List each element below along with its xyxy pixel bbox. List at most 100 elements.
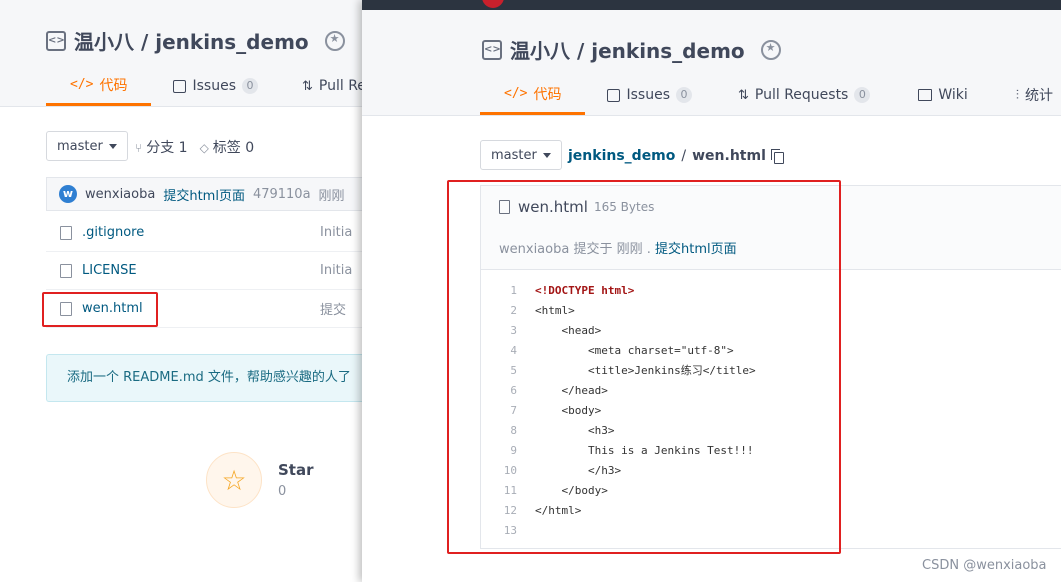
branch-tag-summary: ⑂ 分支 1 ◇ 标签 0: [135, 137, 254, 157]
back-window: <> 温小八 / jenkins_demo </> 代码 Issues 0 ⇅ …: [0, 0, 362, 582]
line-number: 5: [510, 363, 517, 377]
top-navbar: [362, 0, 1061, 10]
stats-icon: ⫶: [1015, 87, 1020, 103]
tab-code[interactable]: </> 代码: [480, 75, 586, 115]
file-commit-message[interactable]: Initia: [320, 225, 352, 240]
repo-tabs: </> 代码 Issues 0 ⇅ Pull Requests 0 Wiki ⫶…: [480, 75, 1061, 115]
file-commit-message[interactable]: 提交: [320, 299, 346, 318]
front-window: <> 温小八 / jenkins_demo </> 代码 Issues 0 ⇅ …: [362, 0, 1061, 582]
logo[interactable]: [482, 0, 504, 8]
file-commit-time: 提交于 刚刚 .: [573, 242, 651, 257]
line-number: 1: [510, 283, 517, 297]
issues-count-badge: 0: [675, 87, 692, 103]
repo-title[interactable]: <> 温小八 / jenkins_demo: [482, 35, 781, 64]
pull-request-icon: ⇅: [737, 87, 749, 103]
file-list-item[interactable]: LICENSE Initia: [46, 252, 362, 290]
tag-count[interactable]: ◇ 标签 0: [200, 137, 255, 157]
tab-pull-requests[interactable]: ⇅ Pull Requests 0: [714, 75, 894, 115]
code-block[interactable]: 1 <!DOCTYPE html> 2 <html> 3 <head> 4 <met…: [481, 280, 1061, 540]
code-text: </head>: [535, 383, 608, 397]
commit-author[interactable]: wenxiaoba: [85, 187, 155, 202]
code-line: 4 <meta charset="utf-8">: [481, 340, 1061, 360]
code-text: </h3>: [535, 463, 622, 477]
file-name[interactable]: wen.html: [82, 301, 320, 316]
repo-title-text[interactable]: 温小八 / jenkins_demo: [74, 26, 309, 55]
tab-pull-requests[interactable]: ⇅ Pull Reques: [280, 66, 362, 106]
code-text: This is a Jenkins Test!!!: [535, 443, 754, 457]
commit-message[interactable]: 提交html页面: [163, 185, 245, 204]
line-number: 13: [503, 523, 517, 537]
tab-wiki[interactable]: Wiki: [894, 75, 991, 115]
tab-issues[interactable]: Issues 0: [585, 75, 714, 115]
tab-code[interactable]: </> 代码: [46, 66, 152, 106]
line-number: 10: [503, 463, 517, 477]
file-commit-author[interactable]: wenxiaoba: [499, 242, 569, 257]
file-commit-message[interactable]: Initia: [320, 263, 352, 278]
pull-request-icon: ⇅: [301, 78, 313, 94]
tab-stats-label: 统计: [1025, 88, 1054, 104]
tab-issues-label: Issues: [192, 78, 236, 94]
star-count: 0: [278, 484, 287, 499]
branch-select[interactable]: master: [46, 131, 128, 161]
award-icon[interactable]: [760, 39, 781, 60]
line-number: 11: [503, 483, 517, 497]
readme-tip[interactable]: 添加一个 README.md 文件，帮助感兴趣的人了: [46, 354, 362, 402]
line-number: 12: [503, 503, 517, 517]
commit-sha[interactable]: 479110a: [253, 187, 311, 202]
commit-time: 刚刚: [318, 188, 345, 204]
repo-tabs: </> 代码 Issues 0 ⇅ Pull Reques: [46, 66, 362, 106]
code-text: <meta charset="utf-8">: [535, 343, 734, 357]
branch-select-label: master: [57, 138, 103, 154]
code-text: <title>Jenkins练习</title>: [535, 364, 756, 377]
repo-title-text[interactable]: 温小八 / jenkins_demo: [510, 35, 745, 64]
file-size: 165 Bytes: [593, 200, 655, 214]
code-text: </body>: [535, 483, 608, 497]
file-list-item[interactable]: .gitignore Initia: [46, 214, 362, 252]
file-icon: [60, 263, 72, 278]
tab-pull-requests-label: Pull Requests: [754, 87, 849, 103]
file-name[interactable]: .gitignore: [82, 225, 320, 240]
code-line: 2 <html>: [481, 300, 1061, 320]
repo-title[interactable]: <> 温小八 / jenkins_demo: [46, 26, 345, 55]
code-text: <html>: [535, 303, 575, 317]
branch-select[interactable]: master: [480, 140, 562, 170]
chevron-down-icon: [108, 143, 117, 149]
file-icon: [60, 225, 72, 240]
code-line: 12 </html>: [481, 500, 1061, 520]
file-name[interactable]: LICENSE: [82, 263, 320, 278]
breadcrumb-file: wen.html: [692, 148, 766, 164]
star-button[interactable]: ☆: [206, 452, 262, 508]
copy-icon[interactable]: [770, 149, 784, 164]
code-line: 1 <!DOCTYPE html>: [481, 280, 1061, 300]
line-number: 7: [510, 403, 517, 417]
breadcrumb: jenkins_demo / wen.html: [568, 148, 784, 164]
star-icon: ☆: [221, 463, 247, 497]
file-icon: [499, 200, 510, 214]
code-line: 8 <h3>: [481, 420, 1061, 440]
pull-requests-count-badge: 0: [854, 87, 871, 103]
breadcrumb-repo[interactable]: jenkins_demo: [568, 148, 675, 164]
tab-issues[interactable]: Issues 0: [151, 66, 280, 106]
file-list-item[interactable]: wen.html 提交: [46, 290, 362, 328]
line-number: 8: [510, 423, 517, 437]
award-icon[interactable]: [324, 30, 345, 51]
code-line: 5 <title>Jenkins练习</title>: [481, 360, 1061, 380]
tab-issues-label: Issues: [626, 87, 670, 103]
star-label: Star: [278, 461, 314, 479]
tab-code-label: 代码: [99, 77, 128, 94]
code-line: 10 </h3>: [481, 460, 1061, 480]
breadcrumb-separator: /: [681, 148, 687, 164]
code-line: 13: [481, 520, 1061, 540]
code-line: 7 <body>: [481, 400, 1061, 420]
file-header: wen.html 165 Bytes wenxiaoba 提交于 刚刚 . 提交…: [481, 186, 1061, 270]
code-line: 3 <head>: [481, 320, 1061, 340]
code-icon: </>: [504, 86, 528, 101]
line-number: 9: [510, 443, 517, 457]
code-icon: </>: [70, 77, 94, 92]
code-line: 6 </head>: [481, 380, 1061, 400]
avatar[interactable]: w: [59, 185, 77, 203]
tab-wiki-label: Wiki: [938, 87, 968, 103]
branch-count[interactable]: ⑂ 分支 1: [135, 137, 188, 157]
file-commit-message[interactable]: 提交html页面: [655, 242, 737, 257]
tab-stats[interactable]: ⫶ 统计: [992, 75, 1061, 115]
